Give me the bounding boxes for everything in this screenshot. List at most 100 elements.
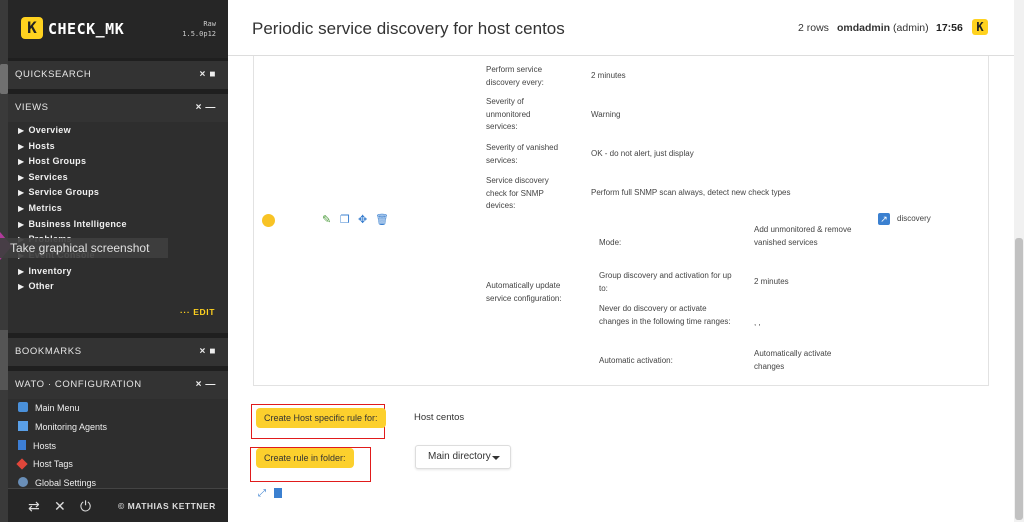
expand-icon[interactable]: ⤢ — [258, 488, 266, 499]
view-services[interactable]: ▶ Services — [18, 172, 68, 182]
wato-host-tags[interactable]: Host Tags — [16, 458, 73, 470]
clock: 17:56 — [936, 22, 963, 34]
triangle-right-icon: ▶ — [18, 204, 25, 213]
group-discovery-label: Group discovery and activation for up to… — [599, 271, 732, 293]
page-scrollbar[interactable] — [1014, 0, 1024, 522]
move-icon[interactable]: ✥ — [358, 213, 367, 226]
version-info: Raw 1.5.0p12 — [182, 19, 216, 39]
snapin-controls[interactable]: × ■ — [200, 61, 216, 89]
mode-label: Mode: — [599, 238, 622, 247]
snapin-bookmarks[interactable]: BOOKMARKS × ■ — [8, 338, 228, 366]
triangle-right-icon: ▶ — [18, 220, 25, 229]
clone-icon[interactable]: ❐ — [340, 213, 350, 226]
snapin-controls[interactable]: × — — [196, 94, 216, 122]
view-host-groups[interactable]: ▶ Host Groups — [18, 156, 86, 166]
param-value: OK - do not alert, just display — [591, 149, 694, 158]
host-value: Host centos — [414, 412, 465, 423]
view-business-intelligence[interactable]: ▶ Business Intelligence — [18, 219, 127, 229]
view-label: Hosts — [28, 141, 55, 151]
wato-label: Main Menu — [35, 403, 80, 413]
create-folder-rule-button[interactable]: Create rule in folder: — [256, 448, 354, 468]
sidebar-toggle-icon[interactable]: ⇄ — [28, 498, 40, 515]
view-service-groups[interactable]: ▶ Service Groups — [18, 187, 99, 197]
triangle-right-icon: ▶ — [18, 157, 25, 166]
delete-icon[interactable]: 🗑 — [375, 213, 389, 226]
sidebar-footer: ⇄ ✕ ⏻ © MATHIAS KETTNER — [8, 488, 228, 522]
agent-icon — [18, 421, 28, 431]
wato-monitoring-agents[interactable]: Monitoring Agents — [18, 421, 107, 432]
wato-label: Host Tags — [33, 459, 73, 469]
wato-global-settings[interactable]: Global Settings — [18, 477, 96, 488]
username: omdadmin — [837, 22, 891, 34]
param-value: Perform full SNMP scan always, detect ne… — [591, 188, 791, 197]
group-discovery-value: 2 minutes — [754, 277, 789, 286]
view-label: Services — [28, 172, 68, 182]
ruleset-link-icon[interactable]: ↗ — [878, 213, 890, 225]
triangle-right-icon: ▶ — [18, 142, 25, 151]
param-value: 2 minutes — [591, 71, 626, 80]
edit-views-link[interactable]: ··· EDIT — [180, 307, 215, 317]
view-hosts[interactable]: ▶ Hosts — [18, 141, 55, 151]
edge-panel — [0, 330, 8, 390]
view-metrics[interactable]: ▶ Metrics — [18, 203, 62, 213]
triangle-right-icon: ▶ — [18, 267, 25, 276]
folder-select[interactable]: Main directory — [415, 445, 511, 469]
snapin-controls[interactable]: × ■ — [200, 338, 216, 366]
wato-main-menu[interactable]: Main Menu — [18, 402, 80, 413]
tag-icon — [16, 458, 28, 470]
time-ranges-label: Never do discovery or activate changes i… — [599, 304, 731, 326]
triangle-right-icon: ▶ — [18, 188, 25, 197]
screenshot-tooltip: Take graphical screenshot — [0, 238, 168, 258]
main-content: Periodic service discovery for host cent… — [228, 0, 1014, 522]
edit-pencil-icon[interactable]: ✎ — [322, 213, 331, 226]
export-icon[interactable] — [274, 488, 282, 498]
view-other[interactable]: ▶ Other — [18, 281, 54, 291]
snapin-quicksearch[interactable]: QUICKSEARCH × ■ — [8, 61, 228, 89]
scrollbar-thumb[interactable] — [1015, 238, 1023, 520]
edition-label: Raw — [203, 20, 216, 28]
user-role: (admin) — [893, 22, 929, 34]
wato-label: Global Settings — [35, 478, 97, 488]
version-label: 1.5.0p12 — [182, 30, 216, 38]
auto-update-label: Automatically update service configurati… — [486, 281, 562, 303]
sidebar: K CHECK_MK Raw 1.5.0p12 QUICKSEARCH × ■ … — [8, 0, 228, 522]
edge-scroll-knob[interactable] — [0, 64, 8, 94]
view-label: Other — [28, 281, 54, 291]
logout-icon[interactable]: ⏻ — [80, 498, 91, 515]
user-info[interactable]: omdadmin (admin) — [837, 22, 929, 34]
wato-label: Hosts — [33, 441, 57, 451]
view-label: Service Groups — [28, 187, 100, 197]
create-host-rule-button[interactable]: Create Host specific rule for: — [256, 408, 386, 428]
home-icon — [18, 402, 28, 412]
view-overview[interactable]: ▶ Overview — [18, 125, 71, 135]
folder-select-value: Main directory — [428, 451, 491, 462]
view-label: Business Intelligence — [28, 219, 127, 229]
time-ranges-value: , , — [754, 318, 761, 327]
wato-label: Monitoring Agents — [35, 422, 108, 432]
tools-icon[interactable]: ✕ — [54, 498, 66, 515]
mode-value: Add unmonitored & remove vanished servic… — [754, 225, 852, 247]
auto-activation-value: Automatically activate changes — [754, 349, 832, 371]
param-label: Severity of vanished services: — [486, 143, 559, 165]
snapin-title: WATO · CONFIGURATION — [15, 379, 142, 390]
logo-text[interactable]: CHECK_MK — [48, 20, 124, 38]
server-icon — [18, 440, 26, 450]
triangle-right-icon: ▶ — [18, 173, 25, 182]
wato-hosts[interactable]: Hosts — [18, 440, 56, 451]
view-label: Host Groups — [28, 156, 87, 166]
view-label: Overview — [28, 125, 71, 135]
checkmk-logo-icon[interactable]: K — [21, 17, 43, 39]
snapin-title: QUICKSEARCH — [15, 69, 92, 80]
snapin-title: BOOKMARKS — [15, 346, 82, 357]
status-pending-icon — [262, 214, 275, 227]
triangle-right-icon: ▶ — [18, 282, 25, 291]
ruleset-link[interactable]: discovery — [897, 213, 931, 226]
snapin-views[interactable]: VIEWS × — — [8, 94, 228, 122]
window-edge-strip — [0, 0, 8, 522]
snapin-controls[interactable]: × — — [196, 371, 216, 399]
snapin-wato[interactable]: WATO · CONFIGURATION × — — [8, 371, 228, 399]
view-inventory[interactable]: ▶ Inventory — [18, 266, 72, 276]
discovery-table: ✎ ❐ ✥ 🗑 Perform service discovery every:… — [253, 56, 989, 386]
copyright: © MATHIAS KETTNER — [118, 501, 216, 511]
checkmk-corner-logo-icon[interactable]: K — [972, 19, 988, 35]
